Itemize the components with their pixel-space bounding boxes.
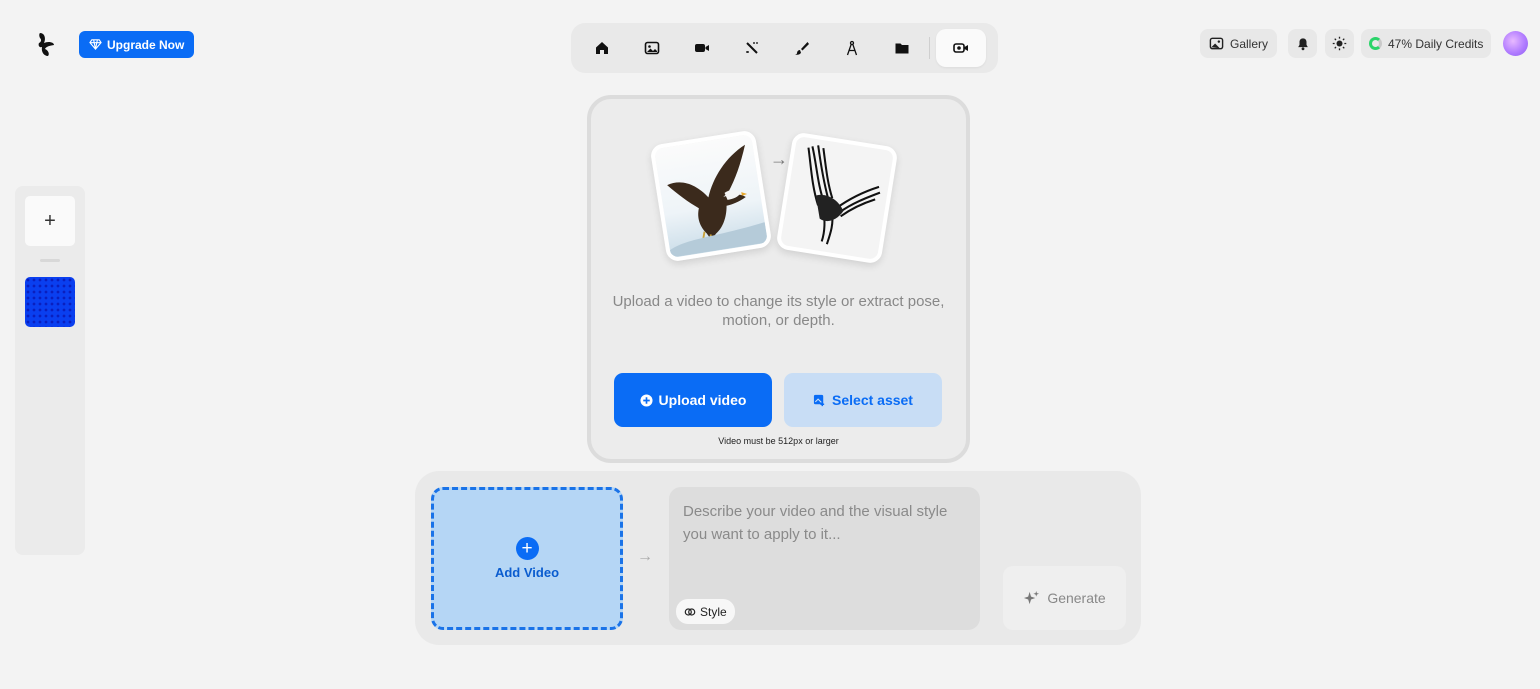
sidebar-divider: [40, 259, 60, 262]
asset-library-icon: [813, 394, 825, 406]
select-asset-button[interactable]: Select asset: [784, 373, 942, 427]
eagle-original-image: [649, 129, 773, 263]
history-sidebar: +: [15, 186, 85, 555]
compass-icon: [846, 40, 858, 56]
video-camera-icon: [695, 44, 709, 52]
daily-credits-button[interactable]: 47% Daily Credits: [1361, 29, 1492, 58]
krea-logo-icon[interactable]: [36, 31, 58, 57]
nav-edit[interactable]: [777, 29, 827, 67]
generate-button[interactable]: Generate: [1003, 566, 1126, 630]
nav-train[interactable]: [827, 29, 877, 67]
prompt-box: Style: [669, 487, 980, 630]
diamond-icon: [89, 39, 102, 50]
select-asset-label: Select asset: [832, 392, 913, 408]
history-thumbnail[interactable]: [25, 277, 75, 327]
credits-label: 47% Daily Credits: [1388, 36, 1484, 51]
home-icon: [596, 42, 608, 54]
nav-home[interactable]: [577, 29, 627, 67]
style-icon: [684, 607, 696, 616]
style-chip[interactable]: Style: [676, 599, 735, 624]
magic-wand-icon: [746, 42, 758, 54]
gallery-label: Gallery: [1230, 36, 1269, 51]
upload-video-button[interactable]: Upload video: [614, 373, 772, 427]
gallery-button[interactable]: Gallery: [1200, 29, 1278, 58]
add-video-dropzone[interactable]: + Add Video: [431, 487, 623, 630]
nav-video[interactable]: [677, 29, 727, 67]
plus-circle-icon: [640, 393, 653, 407]
nav-video-restyle[interactable]: [936, 29, 986, 67]
style-label: Style: [700, 604, 727, 619]
size-requirement-note: Video must be 512px or larger: [718, 436, 839, 446]
gallery-icon: [1209, 37, 1224, 50]
transform-arrow-icon: →: [770, 149, 788, 169]
prompt-input[interactable]: [683, 500, 968, 560]
credits-progress-ring: [1369, 37, 1382, 50]
upgrade-now-label: Upgrade Now: [107, 37, 185, 52]
upload-video-label: Upload video: [658, 392, 747, 408]
upload-card: → Upload a video to change its style or …: [587, 95, 970, 463]
theme-toggle-button[interactable]: [1325, 29, 1354, 58]
nav-assets[interactable]: [877, 29, 927, 67]
nav-divider: [929, 37, 930, 59]
upgrade-now-button[interactable]: Upgrade Now: [79, 31, 195, 58]
upload-description: Upload a video to change its style or ex…: [612, 293, 945, 329]
composer-panel: + Add Video → Style Generate: [415, 471, 1141, 645]
new-item-button[interactable]: +: [25, 196, 75, 246]
notifications-button[interactable]: [1288, 29, 1317, 58]
avatar[interactable]: [1503, 31, 1528, 56]
brush-icon: [795, 42, 809, 55]
sun-icon: [1332, 36, 1347, 51]
add-circle-icon: +: [515, 537, 539, 560]
plus-icon: +: [44, 209, 56, 232]
video-restyle-icon: [953, 43, 968, 53]
bell-icon: [1297, 37, 1308, 50]
folder-icon: [895, 43, 909, 54]
image-icon: [644, 41, 660, 55]
add-video-label: Add Video: [494, 565, 560, 580]
nav-image[interactable]: [627, 29, 677, 67]
generate-label: Generate: [1047, 590, 1106, 606]
nav-enhance[interactable]: [727, 29, 777, 67]
eagle-styled-image: [775, 131, 899, 265]
sparkle-icon: [1024, 590, 1040, 604]
top-navigation: [571, 23, 998, 73]
arrow-right-icon: →: [637, 548, 653, 565]
